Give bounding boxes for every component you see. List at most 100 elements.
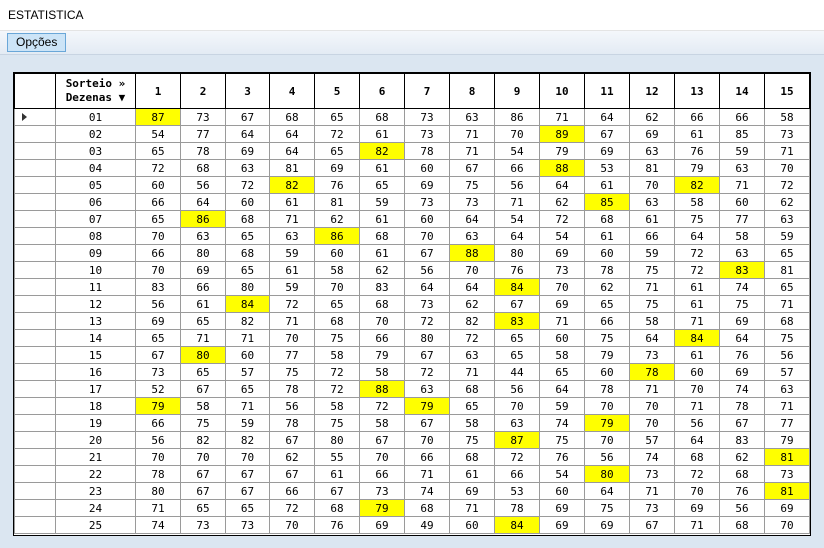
value-cell[interactable]: 81: [764, 261, 810, 279]
value-cell[interactable]: 68: [314, 499, 360, 517]
value-cell[interactable]: 78: [269, 414, 315, 432]
value-cell[interactable]: 59: [539, 397, 585, 415]
value-cell[interactable]: 60: [539, 329, 585, 347]
value-cell[interactable]: 69: [539, 244, 585, 262]
value-cell[interactable]: 70: [584, 431, 630, 449]
value-cell[interactable]: 75: [314, 329, 360, 347]
value-cell[interactable]: 65: [584, 295, 630, 313]
value-cell[interactable]: 61: [449, 465, 495, 483]
value-cell[interactable]: 75: [539, 431, 585, 449]
value-cell[interactable]: 60: [584, 363, 630, 381]
value-cell[interactable]: 67: [180, 482, 226, 500]
table-row[interactable]: 04 72 68 63 81 69 61 60 67 66 88 53 81 79 63 70: [14, 159, 810, 177]
row-selector[interactable]: [14, 227, 56, 245]
value-cell[interactable]: 79: [135, 397, 181, 415]
value-cell[interactable]: 62: [449, 295, 495, 313]
value-cell[interactable]: 78: [180, 142, 226, 160]
value-cell[interactable]: 68: [719, 516, 765, 534]
value-cell[interactable]: 73: [404, 193, 450, 211]
sorteio-id-cell[interactable]: 25: [55, 516, 136, 534]
value-cell[interactable]: 83: [135, 278, 181, 296]
column-header-13[interactable]: 13: [674, 73, 720, 109]
value-cell[interactable]: 75: [629, 261, 675, 279]
value-cell[interactable]: 79: [404, 397, 450, 415]
value-cell[interactable]: 64: [584, 108, 630, 126]
sorteio-id-cell[interactable]: 01: [55, 108, 136, 126]
value-cell[interactable]: 62: [629, 108, 675, 126]
value-cell[interactable]: 68: [359, 227, 405, 245]
value-cell[interactable]: 59: [225, 414, 270, 432]
value-cell[interactable]: 52: [135, 380, 181, 398]
value-cell[interactable]: 72: [135, 159, 181, 177]
value-cell[interactable]: 84: [494, 278, 540, 296]
value-cell[interactable]: 76: [314, 516, 360, 534]
value-cell[interactable]: 69: [180, 261, 226, 279]
value-cell[interactable]: 67: [135, 346, 181, 364]
table-row[interactable]: 10 70 69 65 61 58 62 56 70 76 73 78 75 72 83 81: [14, 261, 810, 279]
value-cell[interactable]: 75: [584, 329, 630, 347]
value-cell[interactable]: 66: [135, 414, 181, 432]
value-cell[interactable]: 71: [404, 465, 450, 483]
value-cell[interactable]: 57: [764, 363, 810, 381]
value-cell[interactable]: 62: [584, 278, 630, 296]
value-cell[interactable]: 71: [674, 312, 720, 330]
value-cell[interactable]: 60: [404, 159, 450, 177]
value-cell[interactable]: 83: [359, 278, 405, 296]
value-cell[interactable]: 69: [359, 516, 405, 534]
value-cell[interactable]: 70: [629, 397, 675, 415]
value-cell[interactable]: 89: [539, 125, 585, 143]
value-cell[interactable]: 71: [629, 482, 675, 500]
value-cell[interactable]: 77: [764, 414, 810, 432]
value-cell[interactable]: 68: [584, 210, 630, 228]
value-cell[interactable]: 63: [269, 227, 315, 245]
value-cell[interactable]: 58: [719, 227, 765, 245]
statistics-grid[interactable]: Sorteio » Dezenas ▼ 1 2 3 4 5 6 7 8 9 10 11 12 13 14 1…: [13, 72, 811, 536]
sorteio-id-cell[interactable]: 03: [55, 142, 136, 160]
value-cell[interactable]: 71: [135, 499, 181, 517]
value-cell[interactable]: 70: [314, 278, 360, 296]
value-cell[interactable]: 67: [225, 108, 270, 126]
value-cell[interactable]: 78: [494, 499, 540, 517]
value-cell[interactable]: 56: [584, 448, 630, 466]
value-cell[interactable]: 68: [225, 244, 270, 262]
value-cell[interactable]: 63: [449, 108, 495, 126]
column-header-5[interactable]: 5: [314, 73, 360, 109]
value-cell[interactable]: 64: [449, 210, 495, 228]
sorteio-id-cell[interactable]: 02: [55, 125, 136, 143]
value-cell[interactable]: 70: [269, 516, 315, 534]
value-cell[interactable]: 75: [719, 295, 765, 313]
table-row[interactable]: 11 83 66 80 59 70 83 64 64 84 70 62 71 61 74 65: [14, 278, 810, 296]
value-cell[interactable]: 85: [584, 193, 630, 211]
value-cell[interactable]: 67: [404, 244, 450, 262]
sorteio-id-cell[interactable]: 19: [55, 414, 136, 432]
value-cell[interactable]: 71: [449, 142, 495, 160]
value-cell[interactable]: 71: [764, 142, 810, 160]
value-cell[interactable]: 58: [359, 363, 405, 381]
value-cell[interactable]: 69: [539, 516, 585, 534]
value-cell[interactable]: 44: [494, 363, 540, 381]
value-cell[interactable]: 82: [225, 312, 270, 330]
value-cell[interactable]: 72: [314, 363, 360, 381]
value-cell[interactable]: 65: [135, 142, 181, 160]
value-cell[interactable]: 68: [449, 448, 495, 466]
value-cell[interactable]: 76: [539, 448, 585, 466]
value-cell[interactable]: 60: [449, 516, 495, 534]
value-cell[interactable]: 60: [674, 363, 720, 381]
value-cell[interactable]: 65: [449, 397, 495, 415]
column-header-2[interactable]: 2: [180, 73, 226, 109]
value-cell[interactable]: 82: [359, 142, 405, 160]
value-cell[interactable]: 73: [539, 261, 585, 279]
value-cell[interactable]: 70: [629, 176, 675, 194]
value-cell[interactable]: 83: [494, 312, 540, 330]
value-cell[interactable]: 67: [404, 414, 450, 432]
value-cell[interactable]: 67: [180, 380, 226, 398]
value-cell[interactable]: 67: [225, 482, 270, 500]
value-cell[interactable]: 68: [359, 108, 405, 126]
value-cell[interactable]: 78: [629, 363, 675, 381]
column-header-12[interactable]: 12: [629, 73, 675, 109]
value-cell[interactable]: 81: [764, 448, 810, 466]
value-cell[interactable]: 56: [180, 176, 226, 194]
value-cell[interactable]: 59: [269, 244, 315, 262]
value-cell[interactable]: 67: [719, 414, 765, 432]
value-cell[interactable]: 72: [674, 244, 720, 262]
